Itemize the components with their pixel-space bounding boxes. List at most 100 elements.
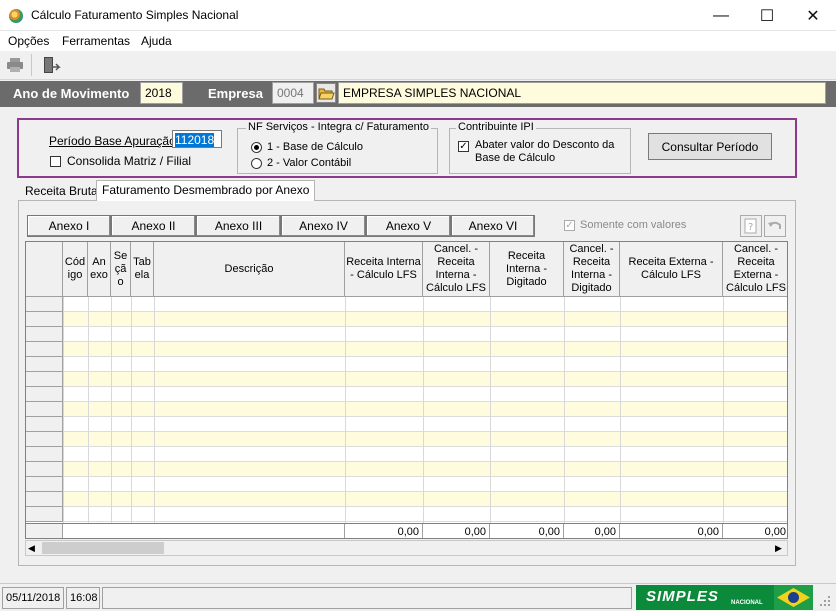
ipi-check-mark-icon[interactable]: ✓ [458, 141, 469, 152]
status-time: 16:08 [66, 587, 100, 609]
table-row[interactable] [26, 507, 787, 522]
scroll-left-icon[interactable]: ◀ [28, 543, 35, 554]
toolbar [0, 51, 836, 80]
consolida-checkbox[interactable]: Consolida Matriz / Filial [50, 154, 191, 168]
tab-receita-bruta[interactable]: Receita Bruta [20, 182, 103, 201]
totals-blank [63, 524, 345, 538]
exit-door-icon[interactable] [41, 56, 61, 76]
col-descricao-header[interactable]: Descrição [154, 242, 345, 297]
grid-column-line [490, 297, 491, 538]
row-header[interactable] [26, 477, 63, 492]
row-header[interactable] [26, 432, 63, 447]
table-row[interactable] [26, 357, 787, 372]
total-cancel-receita-interna-digitado: 0,00 [564, 524, 620, 538]
col-receita-externa-calculo-header[interactable]: Receita Externa - Cálculo LFS [620, 242, 723, 297]
scroll-thumb[interactable] [42, 542, 164, 554]
empresa-name-field[interactable]: EMPRESA SIMPLES NACIONAL [338, 82, 826, 104]
somente-com-valores-checkbox[interactable]: ✓ Somente com valores [564, 219, 686, 231]
maximize-button[interactable]: ☐ [744, 0, 790, 31]
brazil-flag-icon [774, 585, 813, 610]
row-header[interactable] [26, 327, 63, 342]
ano-label: Ano de Movimento [13, 86, 130, 101]
nf-radio-1[interactable] [251, 141, 262, 153]
table-row[interactable] [26, 372, 787, 387]
minimize-button[interactable]: — [698, 0, 744, 31]
ano-field[interactable]: 2018 [140, 82, 183, 104]
row-header[interactable] [26, 387, 63, 402]
nf-radio-2[interactable] [251, 157, 262, 169]
col-tabela-header[interactable]: Tab ela [131, 242, 154, 297]
table-row[interactable] [26, 477, 787, 492]
nf-option-2[interactable]: 2 - Valor Contábil [251, 157, 351, 169]
empresa-code-field[interactable]: 0004 [272, 82, 314, 104]
periodo-input[interactable]: 112018 [172, 130, 222, 148]
col-cancel-receita-interna-calculo-header[interactable]: Cancel. - Receita Interna - Cálculo LFS [423, 242, 490, 297]
somente-check-mark-icon[interactable]: ✓ [564, 219, 575, 231]
totals-rowhdr [26, 524, 63, 538]
table-row[interactable] [26, 327, 787, 342]
col-cancel-receita-externa-calculo-header[interactable]: Cancel. - Receita Externa - Cálculo LFS [723, 242, 787, 297]
menu-opcoes[interactable]: Opções [8, 34, 49, 48]
anexo-ii-button[interactable]: Anexo II [111, 215, 196, 237]
table-row[interactable] [26, 402, 787, 417]
row-header[interactable] [26, 507, 63, 522]
open-folder-icon[interactable] [316, 83, 336, 103]
anexo-i-button[interactable]: Anexo I [27, 215, 111, 237]
resize-grip-icon[interactable] [818, 594, 832, 608]
col-codigo-header[interactable]: Cód igo [63, 242, 88, 297]
grid-column-line [111, 297, 112, 538]
row-header[interactable] [26, 297, 63, 312]
undo-icon[interactable] [764, 215, 786, 237]
nf-option-2-label: 2 - Valor Contábil [267, 157, 352, 169]
table-row[interactable] [26, 417, 787, 432]
row-header[interactable] [26, 447, 63, 462]
periodo-value: 112018 [175, 133, 215, 147]
anexo-vi-button[interactable]: Anexo VI [451, 215, 535, 237]
col-anexo-header[interactable]: An exo [88, 242, 111, 297]
row-header[interactable] [26, 417, 63, 432]
window-title: Cálculo Faturamento Simples Nacional [31, 8, 239, 22]
periodo-label: Período Base Apuração: [49, 134, 180, 148]
col-secao-header[interactable]: Se çã o [111, 242, 131, 297]
horizontal-scrollbar[interactable]: ◀ ▶ [25, 540, 788, 556]
anexo-iii-button[interactable]: Anexo III [196, 215, 281, 237]
grid-column-line [154, 297, 155, 538]
row-header[interactable] [26, 312, 63, 327]
grid-column-line [723, 297, 724, 538]
table-row[interactable] [26, 312, 787, 327]
table-row[interactable] [26, 387, 787, 402]
anexo-v-button[interactable]: Anexo V [366, 215, 451, 237]
totals-row: 0,00 0,00 0,00 0,00 0,00 0,00 [26, 523, 787, 538]
print-icon[interactable] [7, 58, 23, 72]
data-grid[interactable]: Cód igo An exo Se çã o Tab ela Descrição… [25, 241, 788, 539]
menu-ajuda[interactable]: Ajuda [141, 34, 172, 48]
table-row[interactable] [26, 432, 787, 447]
tab-faturamento-anexo[interactable]: Faturamento Desmembrado por Anexo [96, 180, 316, 201]
scroll-right-icon[interactable]: ▶ [775, 543, 782, 554]
table-row[interactable] [26, 447, 787, 462]
col-cancel-receita-interna-digitado-header[interactable]: Cancel. - Receita Interna - Digitado [564, 242, 620, 297]
table-row[interactable] [26, 342, 787, 357]
col-receita-interna-calculo-header[interactable]: Receita Interna - Cálculo LFS [345, 242, 423, 297]
row-header[interactable] [26, 357, 63, 372]
table-row[interactable] [26, 297, 787, 312]
menu-bar: Opções Ferramentas Ajuda [0, 31, 836, 51]
row-header[interactable] [26, 462, 63, 477]
row-header[interactable] [26, 402, 63, 417]
table-row[interactable] [26, 462, 787, 477]
anexo-iv-button[interactable]: Anexo IV [281, 215, 366, 237]
menu-ferramentas[interactable]: Ferramentas [62, 34, 130, 48]
logo-text: SIMPLES [646, 588, 719, 605]
nf-option-1[interactable]: 1 - Base de Cálculo [251, 141, 363, 153]
table-row[interactable] [26, 492, 787, 507]
consolida-check-box[interactable] [50, 155, 61, 167]
row-header[interactable] [26, 492, 63, 507]
close-button[interactable]: ✕ [790, 0, 836, 31]
help-icon[interactable]: ? [740, 215, 762, 237]
col-receita-interna-digitado-header[interactable]: Receita Interna - Digitado [490, 242, 564, 297]
consultar-periodo-button[interactable]: Consultar Período [648, 133, 772, 160]
row-header[interactable] [26, 372, 63, 387]
consolida-label: Consolida Matriz / Filial [67, 154, 192, 168]
row-header[interactable] [26, 342, 63, 357]
ipi-checkbox[interactable]: ✓ [458, 141, 470, 153]
